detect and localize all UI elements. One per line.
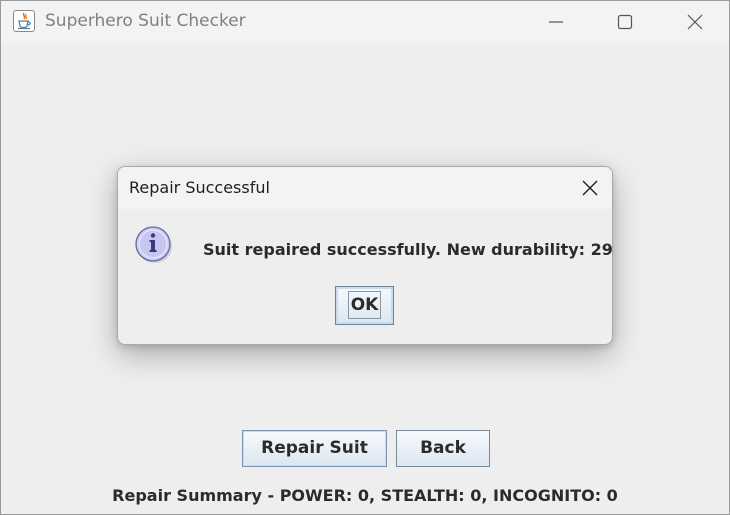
ok-button-label: OK xyxy=(347,291,382,319)
minimize-button[interactable] xyxy=(521,1,591,43)
dialog-close-button[interactable] xyxy=(568,167,612,209)
window-titlebar[interactable]: Superhero Suit Checker xyxy=(1,1,729,43)
info-icon xyxy=(134,225,174,265)
maximize-button[interactable] xyxy=(590,1,660,43)
repair-suit-button[interactable]: Repair Suit xyxy=(242,430,387,467)
window-title: Superhero Suit Checker xyxy=(45,11,246,31)
dialog-titlebar[interactable]: Repair Successful xyxy=(118,167,612,209)
back-button[interactable]: Back xyxy=(396,430,490,467)
ok-button[interactable]: OK xyxy=(335,286,394,325)
repair-summary-label: Repair Summary - POWER: 0, STEALTH: 0, I… xyxy=(112,486,618,505)
minimize-icon xyxy=(549,21,563,23)
window-close-button[interactable] xyxy=(660,1,729,43)
close-icon xyxy=(687,14,703,30)
maximize-icon xyxy=(617,14,633,30)
dialog-title: Repair Successful xyxy=(129,178,270,197)
close-icon xyxy=(582,180,598,196)
java-cup-icon xyxy=(13,10,35,32)
repair-successful-dialog: Repair Successful Suit repaired successf… xyxy=(117,166,613,345)
dialog-message: Suit repaired successfully. New durabili… xyxy=(203,240,613,259)
